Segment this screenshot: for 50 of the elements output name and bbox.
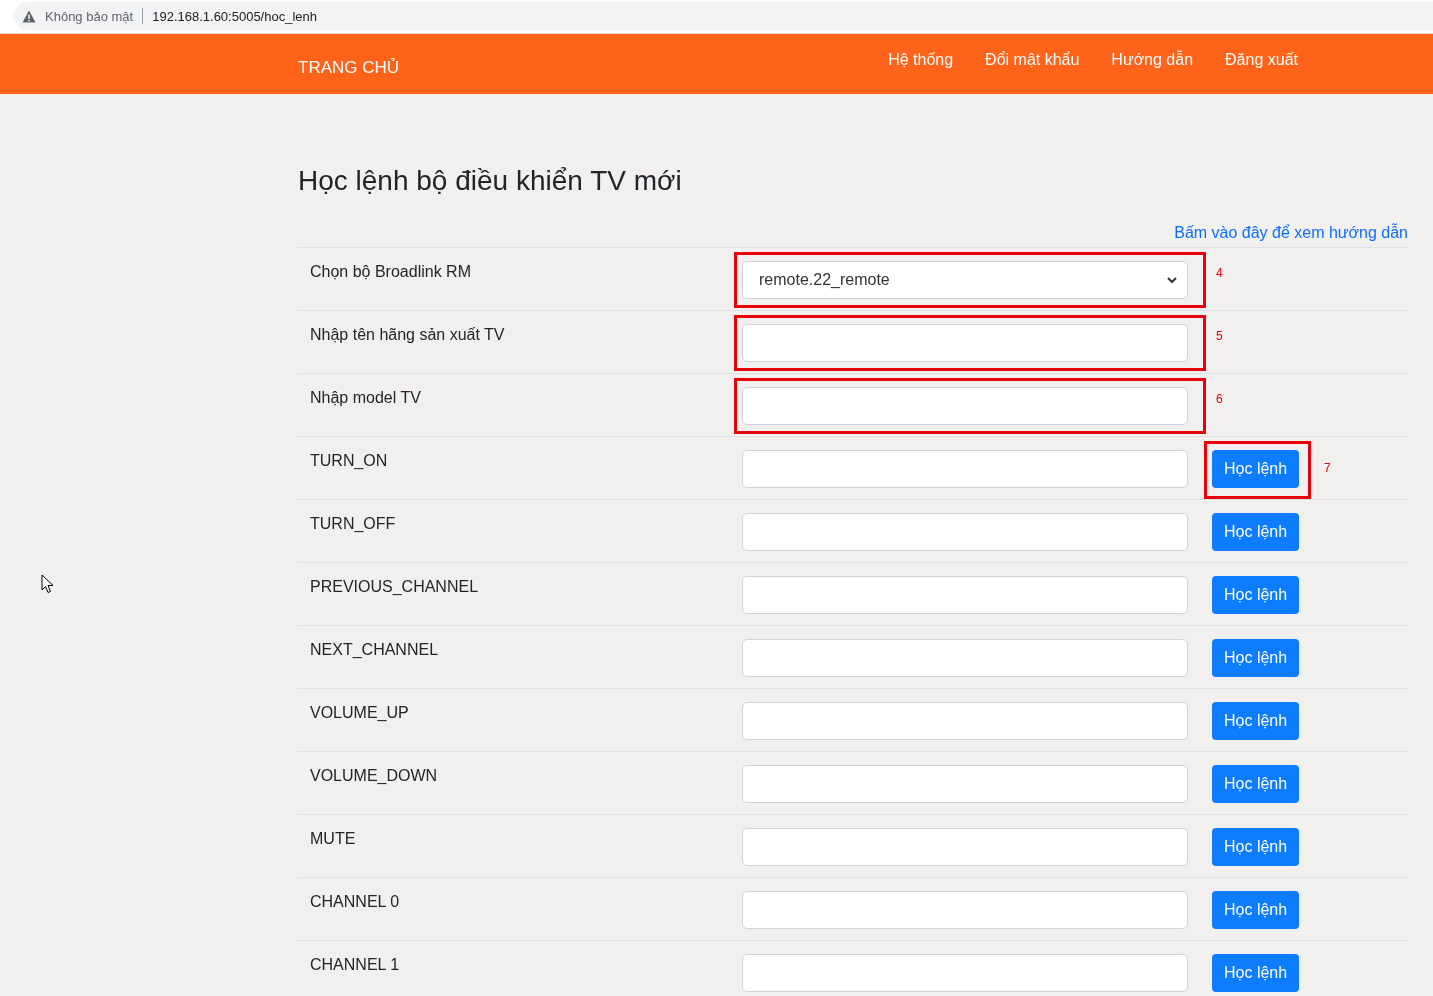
- cursor-icon: [41, 574, 54, 594]
- field-label: VOLUME_DOWN: [309, 766, 439, 785]
- learn-button[interactable]: Học lệnh: [1212, 450, 1300, 488]
- warning-icon: [22, 9, 36, 23]
- learn-button[interactable]: Học lệnh: [1212, 513, 1300, 551]
- learn-button[interactable]: Học lệnh: [1212, 639, 1300, 677]
- field-label: CHANNEL 0: [309, 892, 401, 911]
- field-label: CHANNEL 1: [309, 955, 401, 974]
- annotation-number: 4: [1216, 266, 1223, 280]
- field-label: Nhập tên hãng sản xuất TV: [309, 325, 506, 344]
- field-label: Nhập model TV: [309, 388, 422, 407]
- nav-link[interactable]: Hệ thống: [888, 51, 954, 69]
- input-field[interactable]: [742, 954, 1188, 992]
- learn-button[interactable]: Học lệnh: [1212, 954, 1300, 992]
- nav-link[interactable]: Hướng dẫn: [1111, 51, 1194, 69]
- learn-button[interactable]: Học lệnh: [1212, 702, 1300, 740]
- brand-link[interactable]: TRANG CHỦ: [298, 58, 400, 78]
- field-label: NEXT_CHANNEL: [309, 640, 440, 659]
- learn-button[interactable]: Học lệnh: [1212, 828, 1300, 866]
- field-label: VOLUME_UP: [309, 703, 410, 722]
- nav-link[interactable]: Đăng xuất: [1225, 51, 1298, 69]
- nav-link[interactable]: Đổi mật khẩu: [985, 51, 1080, 69]
- input-field[interactable]: [742, 387, 1188, 425]
- input-field[interactable]: [742, 828, 1188, 866]
- input-field[interactable]: [742, 702, 1188, 740]
- annotation-number: 5: [1216, 329, 1223, 343]
- field-label: Chọn bộ Broadlink RM: [309, 262, 472, 281]
- learn-button[interactable]: Học lệnh: [1212, 576, 1300, 614]
- input-field[interactable]: [742, 513, 1188, 551]
- url-text: 192.168.1.60:5005/hoc_lenh: [152, 8, 317, 24]
- input-field[interactable]: [742, 324, 1188, 362]
- input-field[interactable]: [742, 765, 1188, 803]
- select-field[interactable]: remote.22_remote: [742, 261, 1188, 299]
- field-label: TURN_OFF: [309, 514, 397, 533]
- input-field[interactable]: [742, 450, 1188, 488]
- field-label: MUTE: [309, 829, 357, 848]
- learn-button[interactable]: Học lệnh: [1212, 765, 1300, 803]
- learn-button[interactable]: Học lệnh: [1212, 891, 1300, 929]
- field-label: TURN_ON: [309, 451, 389, 470]
- security-label: Không bảo mật: [45, 8, 134, 24]
- annotation-number: 7: [1324, 461, 1331, 475]
- chevron-icon: [1167, 276, 1177, 284]
- help-link[interactable]: Bấm vào đây để xem hướng dẫn: [1174, 224, 1408, 241]
- input-field[interactable]: [742, 891, 1188, 929]
- page-title: Học lệnh bộ điều khiển TV mới: [298, 164, 683, 198]
- input-field[interactable]: [742, 639, 1188, 677]
- address-bar[interactable]: Không bảo mật 192.168.1.60:5005/hoc_lenh: [14, 2, 1433, 30]
- field-label: PREVIOUS_CHANNEL: [309, 577, 480, 596]
- input-field[interactable]: [742, 576, 1188, 614]
- annotation-number: 6: [1216, 392, 1223, 406]
